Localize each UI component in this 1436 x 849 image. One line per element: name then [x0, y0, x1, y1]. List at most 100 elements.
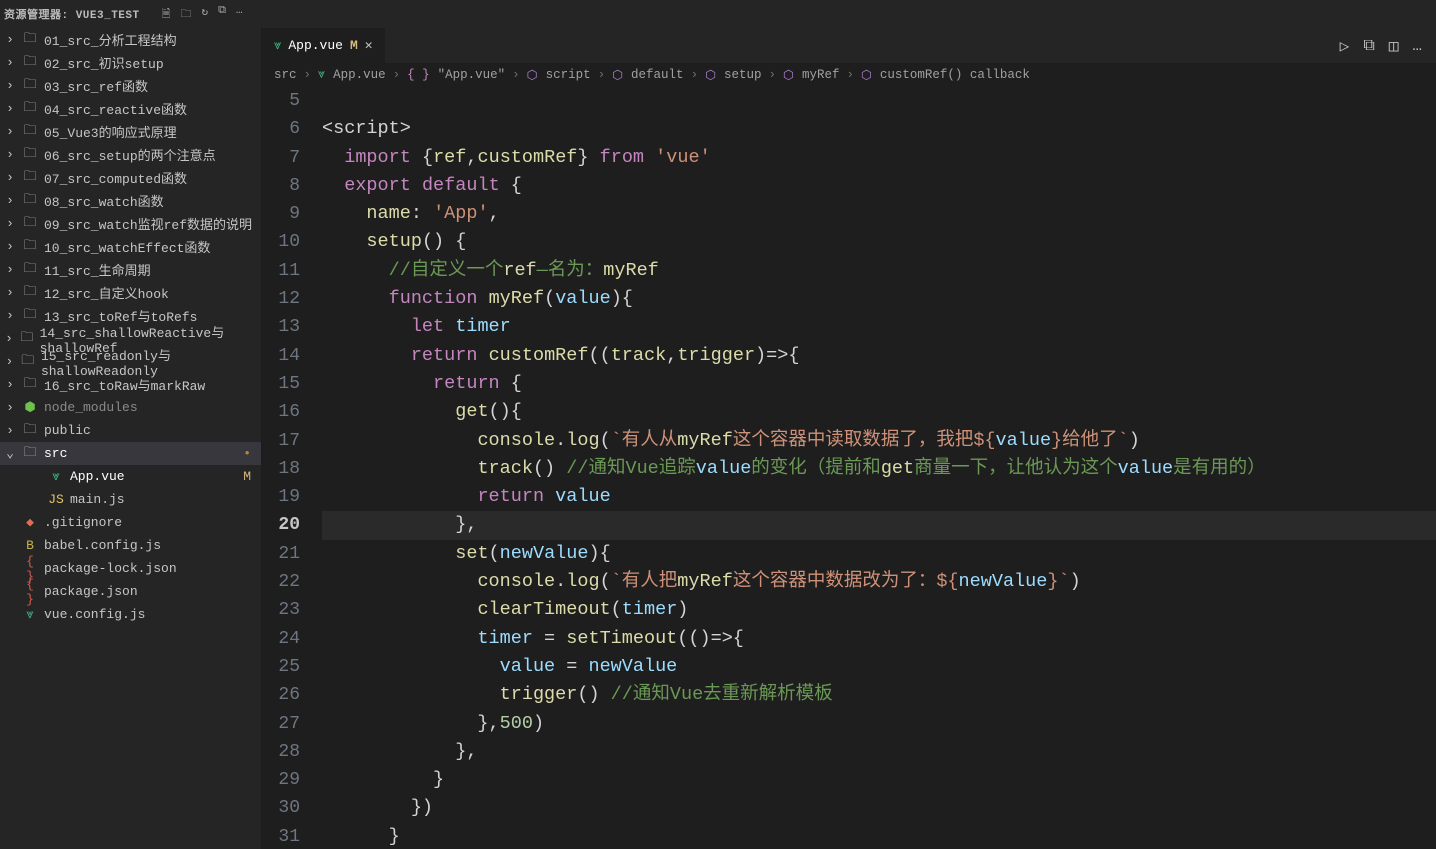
tree-item-label: App.vue	[70, 469, 125, 484]
tree-item-03-src-ref-[interactable]: ›🗀03_src_ref函数	[0, 74, 261, 97]
folder-icon: 🗀	[22, 98, 38, 120]
tree-item-04-src-reactive-[interactable]: ›🗀04_src_reactive函数	[0, 97, 261, 120]
code-line[interactable]: },	[322, 511, 1436, 539]
tree-item-label: 09_src_watch监视ref数据的说明	[44, 214, 252, 233]
tree-item-10-src-watcheffect-[interactable]: ›🗀10_src_watchEffect函数	[0, 235, 261, 258]
more-actions-icon[interactable]: …	[1412, 37, 1422, 55]
tree-item-label: 10_src_watchEffect函数	[44, 237, 210, 256]
code-line[interactable]: <script>	[322, 115, 1436, 143]
code-content[interactable]: <script> import {ref,customRef} from 'vu…	[318, 87, 1436, 849]
tree-item-package-lock-json[interactable]: { }package-lock.json	[0, 557, 261, 580]
chevron-icon: ›	[4, 400, 16, 415]
tree-item-12-src-hook[interactable]: ›🗀12_src_自定义hook	[0, 281, 261, 304]
code-line[interactable]	[322, 87, 1436, 115]
code-line[interactable]: console.log(`有人从myRef这个容器中读取数据了，我把${valu…	[322, 427, 1436, 455]
file-explorer[interactable]: ›🗀01_src_分析工程结构›🗀02_src_初识setup›🗀03_src_…	[0, 28, 262, 849]
refresh-icon[interactable]: ↻	[201, 5, 208, 24]
collapse-icon[interactable]: ⧉	[218, 5, 226, 24]
tree-item--gitignore[interactable]: ◆.gitignore	[0, 511, 261, 534]
tree-item-08-src-watch-[interactable]: ›🗀08_src_watch函数	[0, 189, 261, 212]
symbol-icon: ⬡	[612, 67, 623, 83]
breadcrumb-segment[interactable]: script	[546, 68, 591, 82]
tree-item-label: .gitignore	[44, 515, 122, 530]
tree-item-02-src-setup[interactable]: ›🗀02_src_初识setup	[0, 51, 261, 74]
tree-item-label: 08_src_watch函数	[44, 191, 164, 210]
tree-item-label: 06_src_setup的两个注意点	[44, 145, 216, 164]
code-line[interactable]: return value	[322, 483, 1436, 511]
tree-item-main-js[interactable]: JSmain.js	[0, 488, 261, 511]
code-line[interactable]: //自定义一个ref—名为：myRef	[322, 257, 1436, 285]
tree-item-label: 12_src_自定义hook	[44, 283, 169, 302]
code-line[interactable]: import {ref,customRef} from 'vue'	[322, 144, 1436, 172]
new-folder-icon[interactable]: 🗀	[180, 5, 191, 24]
code-line[interactable]: return {	[322, 370, 1436, 398]
folder-icon: 🗀	[22, 443, 38, 465]
breadcrumb-segment[interactable]: customRef() callback	[880, 68, 1030, 82]
tree-item-11-src-[interactable]: ›🗀11_src_生命周期	[0, 258, 261, 281]
run-icon[interactable]: ▷	[1340, 36, 1350, 56]
tab-app-vue[interactable]: ⩔ App.vue M ✕	[262, 28, 386, 63]
tab-label: App.vue	[288, 38, 343, 53]
breadcrumb[interactable]: src›⩔ App.vue›{ } "App.vue"›⬡ script›⬡ d…	[262, 63, 1436, 87]
split-icon[interactable]: ⧉	[1363, 37, 1374, 55]
close-icon[interactable]: ✕	[365, 38, 373, 53]
code-editor[interactable]: 5678910111213141516171819202122232425262…	[262, 87, 1436, 849]
layout-icon[interactable]: ◫	[1389, 36, 1399, 56]
code-line[interactable]: }	[322, 823, 1436, 849]
code-line[interactable]: export default {	[322, 172, 1436, 200]
code-line[interactable]: track() //通知Vue追踪value的变化（提前和get商量一下，让他认…	[322, 455, 1436, 483]
json-icon: { }	[22, 577, 38, 607]
code-line[interactable]: trigger() //通知Vue去重新解析模板	[322, 681, 1436, 709]
code-line[interactable]: }	[322, 766, 1436, 794]
code-line[interactable]: },	[322, 738, 1436, 766]
chevron-icon: ›	[4, 147, 16, 162]
code-line[interactable]: set(newValue){	[322, 540, 1436, 568]
new-file-icon[interactable]: 🗎	[162, 5, 171, 24]
tree-item-public[interactable]: ›🗀public	[0, 419, 261, 442]
chevron-icon: ›	[4, 331, 14, 346]
tree-item-09-src-watch-ref-[interactable]: ›🗀09_src_watch监视ref数据的说明	[0, 212, 261, 235]
code-line[interactable]: name: 'App',	[322, 200, 1436, 228]
folder-icon: 🗀	[22, 29, 38, 51]
code-line[interactable]: return customRef((track,trigger)=>{	[322, 342, 1436, 370]
code-line[interactable]: get(){	[322, 398, 1436, 426]
code-line[interactable]: let timer	[322, 313, 1436, 341]
code-line[interactable]: })	[322, 794, 1436, 822]
code-line[interactable]: function myRef(value){	[322, 285, 1436, 313]
breadcrumb-segment[interactable]: default	[631, 68, 684, 82]
breadcrumb-segment[interactable]: App.vue	[333, 68, 386, 82]
tree-item-vue-config-js[interactable]: ⩔vue.config.js	[0, 603, 261, 626]
main-layout: ›🗀01_src_分析工程结构›🗀02_src_初识setup›🗀03_src_…	[0, 28, 1436, 849]
tree-item-app-vue[interactable]: ⩔App.vueM	[0, 465, 261, 488]
code-line[interactable]: console.log(`有人把myRef这个容器中数据改为了：${newVal…	[322, 568, 1436, 596]
code-line[interactable]: value = newValue	[322, 653, 1436, 681]
code-line[interactable]: timer = setTimeout(()=>{	[322, 625, 1436, 653]
tree-item-babel-config-js[interactable]: Bbabel.config.js	[0, 534, 261, 557]
editor-tabs: ⩔ App.vue M ✕ ▷ ⧉ ◫ …	[262, 28, 1436, 63]
symbol-icon: ⬡	[783, 67, 794, 83]
tree-item-label: package.json	[44, 584, 138, 599]
tree-item-package-json[interactable]: { }package.json	[0, 580, 261, 603]
tree-item-07-src-computed-[interactable]: ›🗀07_src_computed函数	[0, 166, 261, 189]
more-icon[interactable]: …	[236, 5, 243, 24]
tree-item-05-vue3-[interactable]: ›🗀05_Vue3的响应式原理	[0, 120, 261, 143]
tree-item-01-src-[interactable]: ›🗀01_src_分析工程结构	[0, 28, 261, 51]
tree-item-15-src-readonly-shallowreadonly[interactable]: ›🗀15_src_readonly与shallowReadonly	[0, 350, 261, 373]
tree-item-label: babel.config.js	[44, 538, 161, 553]
tree-item-label: 16_src_toRaw与markRaw	[44, 375, 205, 394]
chevron-icon: ›	[4, 423, 16, 438]
breadcrumb-segment[interactable]: myRef	[802, 68, 840, 82]
code-line[interactable]: },500)	[322, 710, 1436, 738]
tree-item-16-src-toraw-markraw[interactable]: ›🗀16_src_toRaw与markRaw	[0, 373, 261, 396]
tree-item-06-src-setup-[interactable]: ›🗀06_src_setup的两个注意点	[0, 143, 261, 166]
line-numbers: 5678910111213141516171819202122232425262…	[262, 87, 318, 849]
breadcrumb-segment[interactable]: setup	[724, 68, 762, 82]
tree-item-node-modules[interactable]: ›⬢node_modules	[0, 396, 261, 419]
chevron-icon: ›	[4, 124, 16, 139]
breadcrumb-segment[interactable]: "App.vue"	[438, 68, 506, 82]
tree-item-src[interactable]: ⌄🗀src•	[0, 442, 261, 465]
breadcrumb-segment[interactable]: src	[274, 68, 297, 82]
tree-item-label: vue.config.js	[44, 607, 145, 622]
code-line[interactable]: setup() {	[322, 228, 1436, 256]
code-line[interactable]: clearTimeout(timer)	[322, 596, 1436, 624]
